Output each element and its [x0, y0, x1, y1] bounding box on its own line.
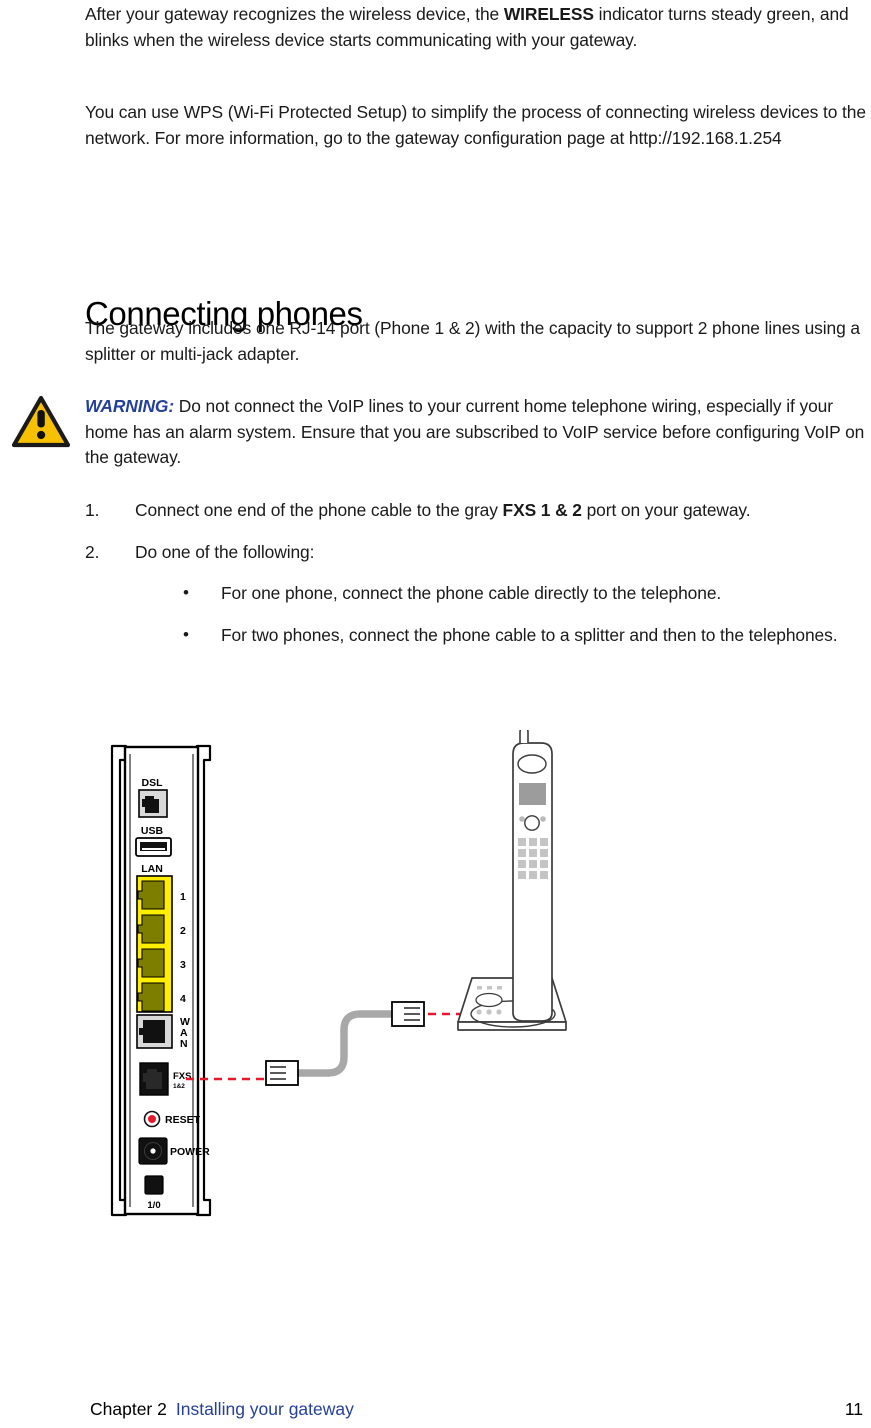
step-text: port on your gateway.: [581, 500, 751, 520]
svg-text:3: 3: [180, 959, 186, 971]
svg-text:LAN: LAN: [141, 863, 163, 875]
svg-text:4: 4: [180, 993, 186, 1005]
bullet-marker: •: [183, 624, 189, 644]
bullet-text: For one phone, connect the phone cable d…: [221, 583, 722, 603]
svg-text:DSL: DSL: [142, 777, 164, 789]
svg-text:1/0: 1/0: [147, 1200, 160, 1211]
warning-note: WARNING: Do not connect the VoIP lines t…: [85, 394, 871, 471]
list-item: • For two phones, connect the phone cabl…: [181, 623, 871, 649]
section-intro-text: The gateway includes one RJ-14 port (Pho…: [85, 318, 860, 364]
svg-text:N: N: [180, 1038, 188, 1050]
gateway-phone-connection-diagram: DSL USB LAN 1 2 3 4 W A N FXS 1&2 RESET …: [0, 727, 871, 1230]
footer-breadcrumb: Chapter 2 Installing your gateway: [90, 1396, 354, 1422]
sub-bullet-list: • For one phone, connect the phone cable…: [135, 581, 871, 648]
port-wan: W A N: [136, 1014, 190, 1050]
step-text: Connect one end of the phone cable to th…: [135, 500, 503, 520]
page-footer: Chapter 2 Installing your gateway 11: [0, 1396, 871, 1424]
bullet-marker: •: [183, 583, 189, 602]
svg-text:USB: USB: [141, 825, 164, 837]
list-item: 1. Connect one end of the phone cable to…: [85, 498, 871, 524]
step-text: Do one of the following:: [135, 541, 315, 562]
svg-text:FXS: FXS: [173, 1071, 191, 1082]
svg-text:1: 1: [180, 891, 186, 903]
warning-triangle-icon: [11, 395, 71, 448]
port-power-switch: 1/0: [144, 1175, 164, 1211]
page-number: 11: [844, 1399, 863, 1419]
step-text-bold: FXS 1 & 2: [502, 500, 582, 520]
port-reset: RESET: [143, 1110, 201, 1128]
list-item: • For one phone, connect the phone cable…: [181, 581, 871, 607]
svg-text:POWER: POWER: [170, 1146, 210, 1158]
phone-cable: [265, 1001, 425, 1086]
cordless-telephone: [457, 727, 567, 1031]
paragraph-wps-info: You can use WPS (Wi-Fi Protected Setup) …: [85, 100, 871, 151]
instruction-steps-list: 1. Connect one end of the phone cable to…: [85, 498, 871, 664]
svg-text:2: 2: [180, 925, 186, 937]
step-number: 1.: [85, 500, 100, 520]
document-page: After your gateway recognizes the wirele…: [0, 0, 871, 1428]
cable-connector-left: [265, 1060, 299, 1086]
phone-handset: [512, 727, 553, 1022]
bullet-text: For two phones, connect the phone cable …: [221, 624, 838, 645]
svg-text:1&2: 1&2: [173, 1083, 185, 1090]
warning-label: WARNING:: [85, 396, 175, 416]
svg-text:RESET: RESET: [165, 1114, 201, 1126]
warning-text: Do not connect the VoIP lines to your cu…: [85, 396, 865, 467]
footer-chapter: Chapter 2: [90, 1399, 167, 1419]
paragraph-run-bold: WIRELESS: [503, 4, 594, 24]
footer-section-title: Installing your gateway: [175, 1399, 354, 1419]
paragraph-wireless-indicator: After your gateway recognizes the wirele…: [85, 2, 871, 53]
step-number: 2.: [85, 541, 100, 562]
cable-connector-right: [391, 1001, 425, 1027]
paragraph-run: You can use WPS (Wi-Fi Protected Setup) …: [85, 102, 866, 148]
list-item: 2. Do one of the following: • For one ph…: [85, 540, 871, 649]
paragraph-run: After your gateway recognizes the wirele…: [85, 4, 504, 24]
